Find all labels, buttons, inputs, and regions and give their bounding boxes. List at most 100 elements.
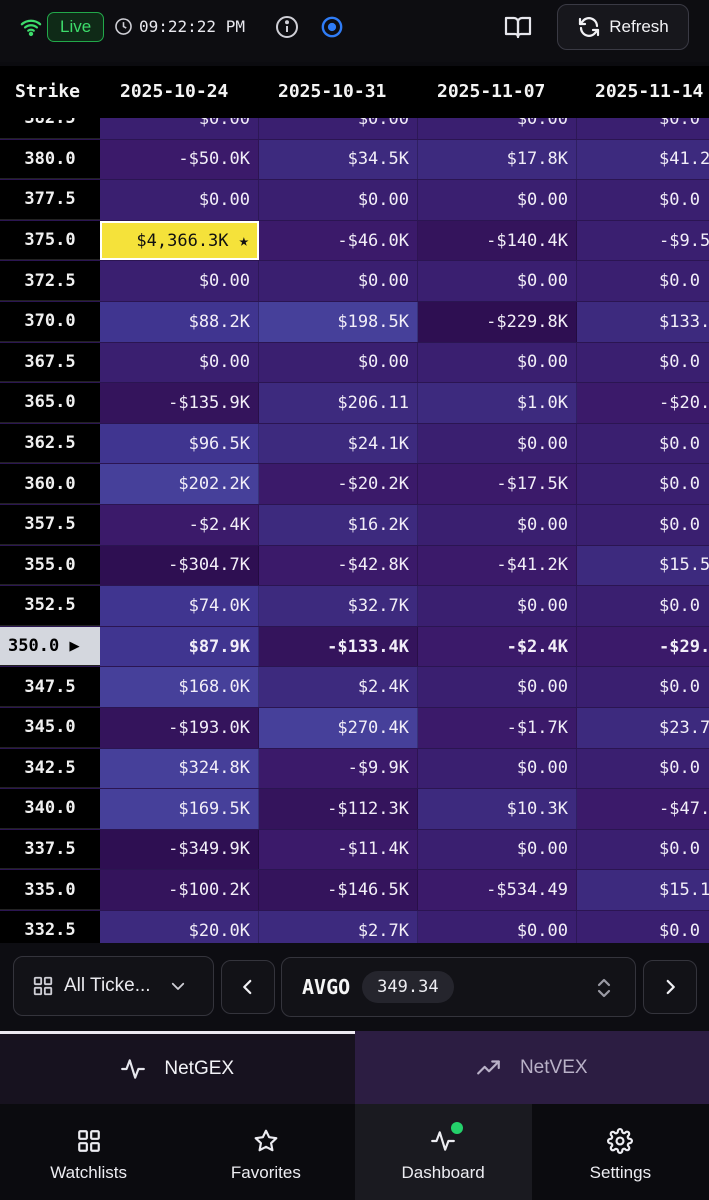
gex-value-cell[interactable]: $88.2K: [100, 301, 259, 342]
tab-netgex[interactable]: NetGEX: [0, 1031, 355, 1104]
gex-value-cell[interactable]: -$17.5K: [418, 464, 577, 504]
gex-value-cell[interactable]: $96.5K: [100, 423, 259, 464]
gex-value-cell[interactable]: $0.00: [418, 261, 577, 301]
gex-value-cell[interactable]: $41.2: [577, 139, 709, 180]
gex-value-cell[interactable]: $0.00: [418, 667, 577, 707]
gex-value-cell[interactable]: $23.7: [577, 707, 709, 748]
gex-value-cell[interactable]: $17.8K: [418, 139, 577, 180]
gex-value-cell[interactable]: -$140.4K: [418, 220, 577, 261]
gex-value-cell[interactable]: $0.0: [577, 180, 709, 220]
nav-settings[interactable]: Settings: [532, 1104, 709, 1200]
gex-value-cell[interactable]: $24.1K: [259, 423, 418, 464]
header-expiry[interactable]: 2025-10-24: [120, 81, 228, 102]
gex-value-cell[interactable]: $0.0: [577, 829, 709, 870]
header-expiry[interactable]: 2025-11-14: [595, 81, 703, 102]
gex-value-cell[interactable]: $34.5K: [259, 139, 418, 180]
gex-value-cell[interactable]: -$9.5: [577, 220, 709, 261]
gex-value-cell[interactable]: $206.11: [259, 383, 418, 423]
gex-value-cell[interactable]: $1.0K: [418, 383, 577, 423]
gex-value-cell[interactable]: $168.0K: [100, 667, 259, 707]
gex-value-cell[interactable]: -$133.4K: [259, 626, 418, 667]
gex-value-cell[interactable]: $0.00: [100, 261, 259, 301]
gex-value-cell[interactable]: $270.4K: [259, 707, 418, 748]
gex-value-cell[interactable]: $0.00: [418, 342, 577, 383]
gex-value-cell[interactable]: $324.8K: [100, 748, 259, 789]
gex-value-cell[interactable]: -$29.3: [577, 626, 709, 667]
gex-value-cell[interactable]: $0.00: [259, 180, 418, 220]
gex-value-cell[interactable]: -$112.3K: [259, 789, 418, 829]
gex-value-cell[interactable]: $2.4K: [259, 667, 418, 707]
gex-value-cell[interactable]: -$50.0K: [100, 139, 259, 180]
gex-value-cell[interactable]: -$46.0K: [259, 220, 418, 261]
gex-value-cell[interactable]: $0.0: [577, 464, 709, 504]
gex-value-cell[interactable]: -$349.9K: [100, 829, 259, 870]
gex-value-cell[interactable]: $0.00: [418, 423, 577, 464]
gex-value-cell[interactable]: -$135.9K: [100, 383, 259, 423]
gex-value-cell[interactable]: $0.00: [100, 342, 259, 383]
gex-value-cell[interactable]: -$9.9K: [259, 748, 418, 789]
gex-value-cell[interactable]: $0.00: [418, 829, 577, 870]
gex-value-cell[interactable]: $198.5K: [259, 301, 418, 342]
gex-value-cell[interactable]: $0.0: [577, 261, 709, 301]
gex-value-cell[interactable]: $0.00: [418, 748, 577, 789]
netgex-table[interactable]: Strike 2025-10-24 2025-10-31 2025-11-07 …: [0, 66, 709, 943]
gex-value-cell[interactable]: $10.3K: [418, 789, 577, 829]
gex-value-cell[interactable]: -$41.2K: [418, 545, 577, 586]
gex-value-cell[interactable]: $0.0: [577, 910, 709, 943]
header-strike[interactable]: Strike: [15, 81, 80, 102]
gex-value-cell[interactable]: $16.2K: [259, 504, 418, 545]
target-icon[interactable]: [321, 16, 343, 38]
gex-value-cell[interactable]: -$146.5K: [259, 870, 418, 910]
gex-value-cell[interactable]: $0.0: [577, 748, 709, 789]
next-ticker-button[interactable]: [643, 960, 697, 1014]
header-expiry[interactable]: 2025-11-07: [437, 81, 545, 102]
symbol-picker[interactable]: AVGO 349.34: [281, 957, 636, 1017]
gex-value-cell[interactable]: -$304.7K: [100, 545, 259, 586]
gex-value-cell[interactable]: $0.0: [577, 504, 709, 545]
gex-value-cell[interactable]: $0.0: [577, 342, 709, 383]
gex-value-cell[interactable]: -$2.4K: [100, 504, 259, 545]
gex-value-cell[interactable]: -$20.4: [577, 383, 709, 423]
prev-ticker-button[interactable]: [221, 960, 275, 1014]
gex-value-cell[interactable]: $169.5K: [100, 789, 259, 829]
gex-value-cell[interactable]: $0.00: [418, 180, 577, 220]
gex-value-cell[interactable]: -$100.2K: [100, 870, 259, 910]
gex-value-cell[interactable]: $0.0: [577, 423, 709, 464]
gex-value-cell[interactable]: -$1.7K: [418, 707, 577, 748]
gex-value-cell[interactable]: $0.0: [577, 667, 709, 707]
gex-value-cell[interactable]: $0.00: [100, 180, 259, 220]
gex-value-cell[interactable]: -$47.0: [577, 789, 709, 829]
gex-value-cell[interactable]: $15.1: [577, 870, 709, 910]
gex-value-cell[interactable]: $0.00: [259, 261, 418, 301]
gex-value-cell[interactable]: $32.7K: [259, 586, 418, 626]
tab-netvex[interactable]: NetVEX: [354, 1031, 709, 1104]
gex-value-cell[interactable]: $15.5: [577, 545, 709, 586]
gex-value-cell[interactable]: -$2.4K: [418, 626, 577, 667]
gex-value-cell[interactable]: $0.00: [418, 504, 577, 545]
gex-value-cell[interactable]: $2.7K: [259, 910, 418, 943]
gex-value-cell[interactable]: $202.2K: [100, 464, 259, 504]
book-icon[interactable]: [504, 14, 532, 40]
nav-watchlists[interactable]: Watchlists: [0, 1104, 177, 1200]
gex-value-cell[interactable]: $87.9K: [100, 626, 259, 667]
gex-value-cell[interactable]: $0.00: [418, 586, 577, 626]
info-icon[interactable]: [275, 15, 299, 39]
gex-value-cell[interactable]: $0.0: [577, 586, 709, 626]
ticker-group-dropdown[interactable]: All Ticke...: [13, 956, 214, 1016]
gex-value-cell[interactable]: $0.00: [418, 910, 577, 943]
refresh-button[interactable]: Refresh: [557, 4, 689, 50]
gex-value-cell[interactable]: $20.0K: [100, 910, 259, 943]
max-gex-cell[interactable]: $4,366.3K ★: [100, 220, 259, 261]
gex-value-cell[interactable]: $74.0K: [100, 586, 259, 626]
header-expiry[interactable]: 2025-10-31: [278, 81, 386, 102]
gex-value-cell[interactable]: -$42.8K: [259, 545, 418, 586]
gex-value-cell[interactable]: $0.00: [259, 342, 418, 383]
gex-value-cell[interactable]: -$193.0K: [100, 707, 259, 748]
gex-value-cell[interactable]: -$20.2K: [259, 464, 418, 504]
gex-value-cell[interactable]: -$534.49: [418, 870, 577, 910]
gex-value-cell[interactable]: -$229.8K: [418, 301, 577, 342]
gex-value-cell[interactable]: $133.1: [577, 301, 709, 342]
nav-favorites[interactable]: Favorites: [177, 1104, 354, 1200]
nav-dashboard[interactable]: Dashboard: [354, 1104, 532, 1200]
gex-value-cell[interactable]: -$11.4K: [259, 829, 418, 870]
